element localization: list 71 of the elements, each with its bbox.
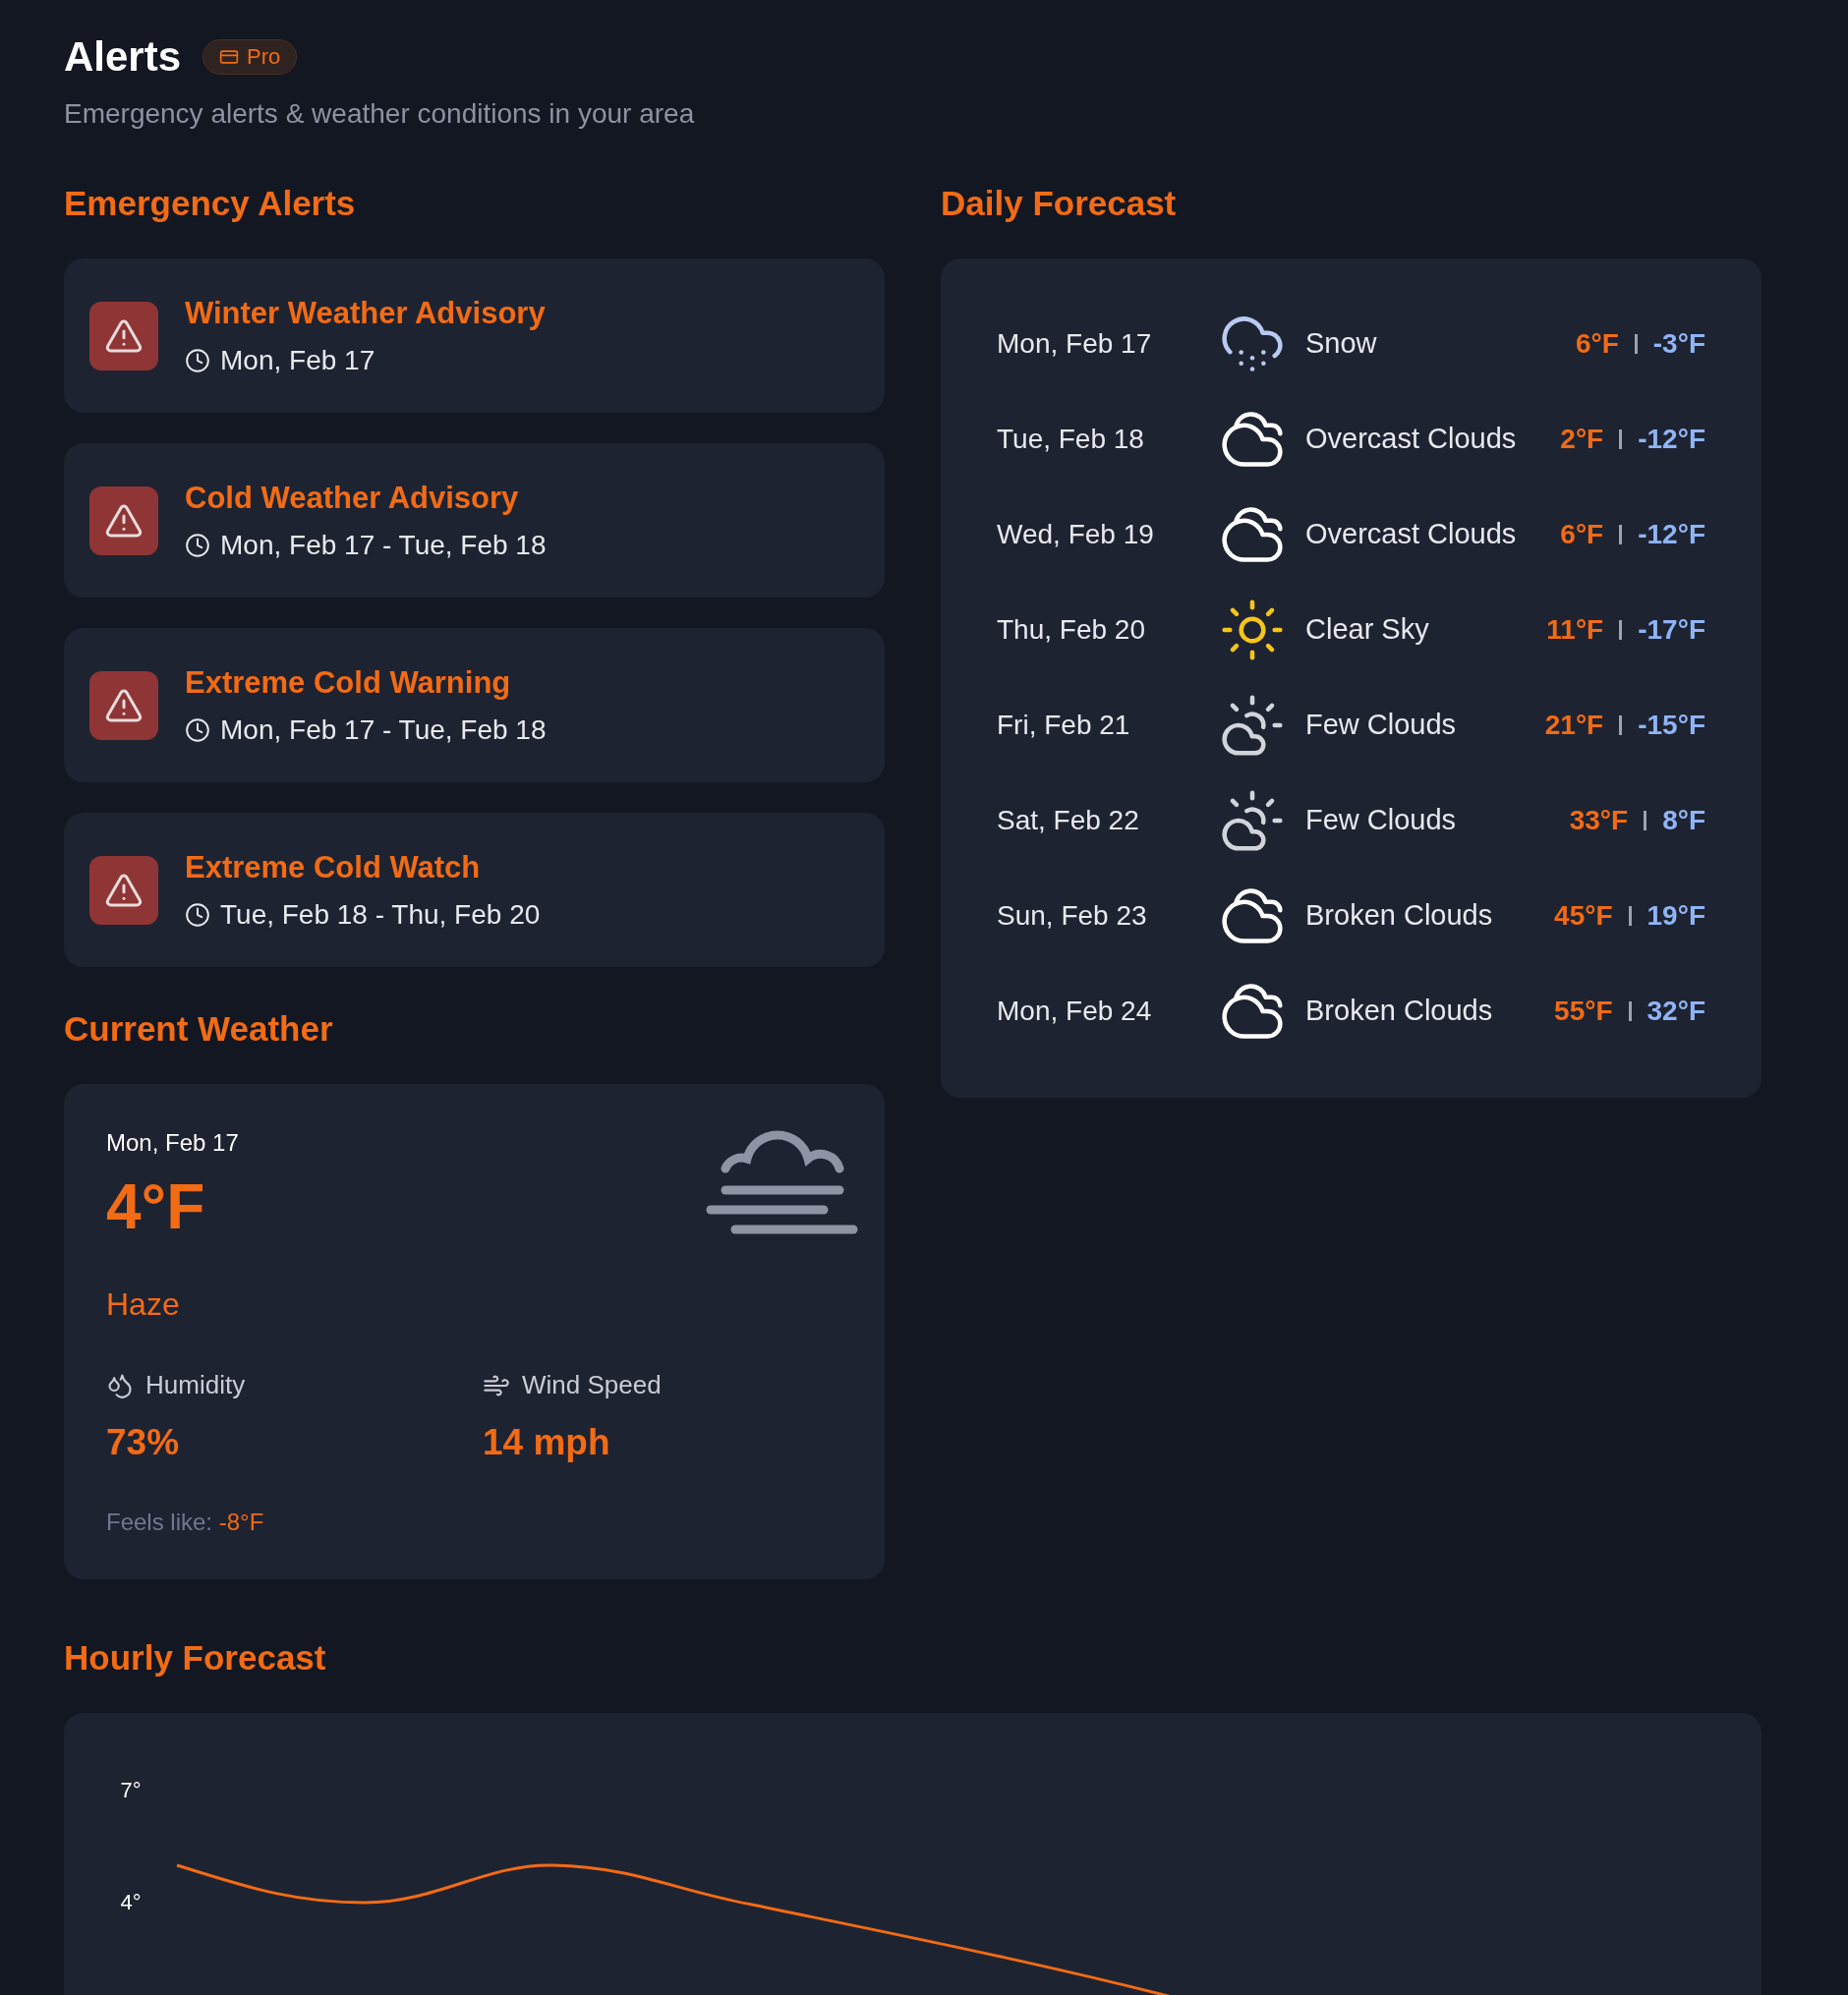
clock-icon <box>185 901 210 928</box>
pro-badge: Pro <box>202 39 298 75</box>
warning-icon <box>89 301 158 370</box>
low-temperature: -17°F <box>1638 613 1705 646</box>
clock-icon <box>185 532 210 558</box>
stat-value: 14 mph <box>483 1422 611 1463</box>
day-date: Thu, Feb 20 <box>997 613 1146 646</box>
alert-time: Mon, Feb 17 - Tue, Feb 18 <box>220 713 547 746</box>
alert-card[interactable]: Cold Weather Advisory Mon, Feb 17 - Tue, Feb 18 <box>64 443 885 598</box>
day-date: Mon, Feb 17 <box>997 327 1153 360</box>
day-description: Overcast Clouds <box>1304 423 1518 455</box>
page-subtitle: Emergency alerts & weather conditions in your area <box>64 98 696 130</box>
alert-card[interactable]: Extreme Cold Warning Mon, Feb 17 - Tue, Feb 18 <box>64 628 885 782</box>
day-date: Sun, Feb 23 <box>997 899 1148 932</box>
droplets-icon <box>106 1371 134 1399</box>
low-temperature: -12°F <box>1638 518 1705 550</box>
current-date: Mon, Feb 17 <box>106 1129 239 1157</box>
alert-card[interactable]: Extreme Cold Watch Tue, Feb 18 - Thu, Feb 20 <box>64 813 885 967</box>
alert-title: Cold Weather Advisory <box>185 480 520 516</box>
page-title: Alerts <box>64 33 182 81</box>
high-temperature: 6°F <box>1560 518 1604 550</box>
clock-icon <box>185 716 210 743</box>
stat-value: 73% <box>106 1422 181 1463</box>
day-description: Clear Sky <box>1304 613 1430 646</box>
section-title: Emergency Alerts <box>64 184 357 223</box>
high-temperature: 6°F <box>1575 327 1619 360</box>
high-temperature: 2°F <box>1560 423 1604 455</box>
feels-like-text: Feels like: -8°F <box>106 1509 265 1536</box>
section-title: Current Weather <box>64 1009 334 1049</box>
high-temperature: 21°F <box>1544 709 1604 741</box>
haze-icon <box>706 1129 859 1237</box>
low-temperature: -3°F <box>1652 327 1705 360</box>
low-temperature: 32°F <box>1646 995 1705 1027</box>
high-temperature: 11°F <box>1546 613 1604 646</box>
low-temperature: 19°F <box>1646 899 1705 932</box>
alert-title: Extreme Cold Warning <box>185 664 512 701</box>
day-description: Overcast Clouds <box>1304 518 1518 550</box>
axis-label: 7° <box>120 1777 142 1802</box>
clock-icon <box>185 347 210 373</box>
axis-label: 4° <box>120 1889 142 1914</box>
day-date: Tue, Feb 18 <box>997 423 1145 455</box>
day-date: Wed, Feb 19 <box>997 518 1155 550</box>
alert-title: Extreme Cold Watch <box>185 849 482 885</box>
low-temperature: -12°F <box>1638 423 1705 455</box>
low-temperature: 8°F <box>1662 804 1705 836</box>
section-title: Hourly Forecast <box>64 1638 327 1678</box>
high-temperature: 33°F <box>1569 804 1629 836</box>
day-description: Few Clouds <box>1304 709 1458 741</box>
day-description: Broken Clouds <box>1304 899 1494 932</box>
day-description: Few Clouds <box>1304 804 1458 836</box>
day-date: Fri, Feb 21 <box>997 709 1131 741</box>
alert-time: Tue, Feb 18 - Thu, Feb 20 <box>220 898 541 931</box>
day-description: Snow <box>1304 327 1378 360</box>
day-date: Mon, Feb 24 <box>997 995 1153 1027</box>
alert-time: Mon, Feb 17 - Tue, Feb 18 <box>220 529 547 561</box>
alert-card[interactable]: Winter Weather Advisory Mon, Feb 17 <box>64 258 885 413</box>
warning-icon <box>89 485 158 555</box>
high-temperature: 45°F <box>1554 899 1613 932</box>
alert-time: Mon, Feb 17 <box>220 344 375 376</box>
stat-label: Humidity <box>145 1370 246 1400</box>
warning-icon <box>89 670 158 740</box>
day-description: Broken Clouds <box>1304 995 1494 1027</box>
day-date: Sat, Feb 22 <box>997 804 1140 836</box>
high-temperature: 55°F <box>1554 995 1613 1027</box>
stat-label: Wind Speed <box>522 1370 662 1400</box>
warning-icon <box>89 855 158 925</box>
alert-title: Winter Weather Advisory <box>185 295 546 331</box>
low-temperature: -15°F <box>1638 709 1705 741</box>
current-condition: Haze <box>106 1286 181 1323</box>
current-temperature: 4°F <box>106 1170 206 1243</box>
section-title: Daily Forecast <box>941 184 1178 223</box>
